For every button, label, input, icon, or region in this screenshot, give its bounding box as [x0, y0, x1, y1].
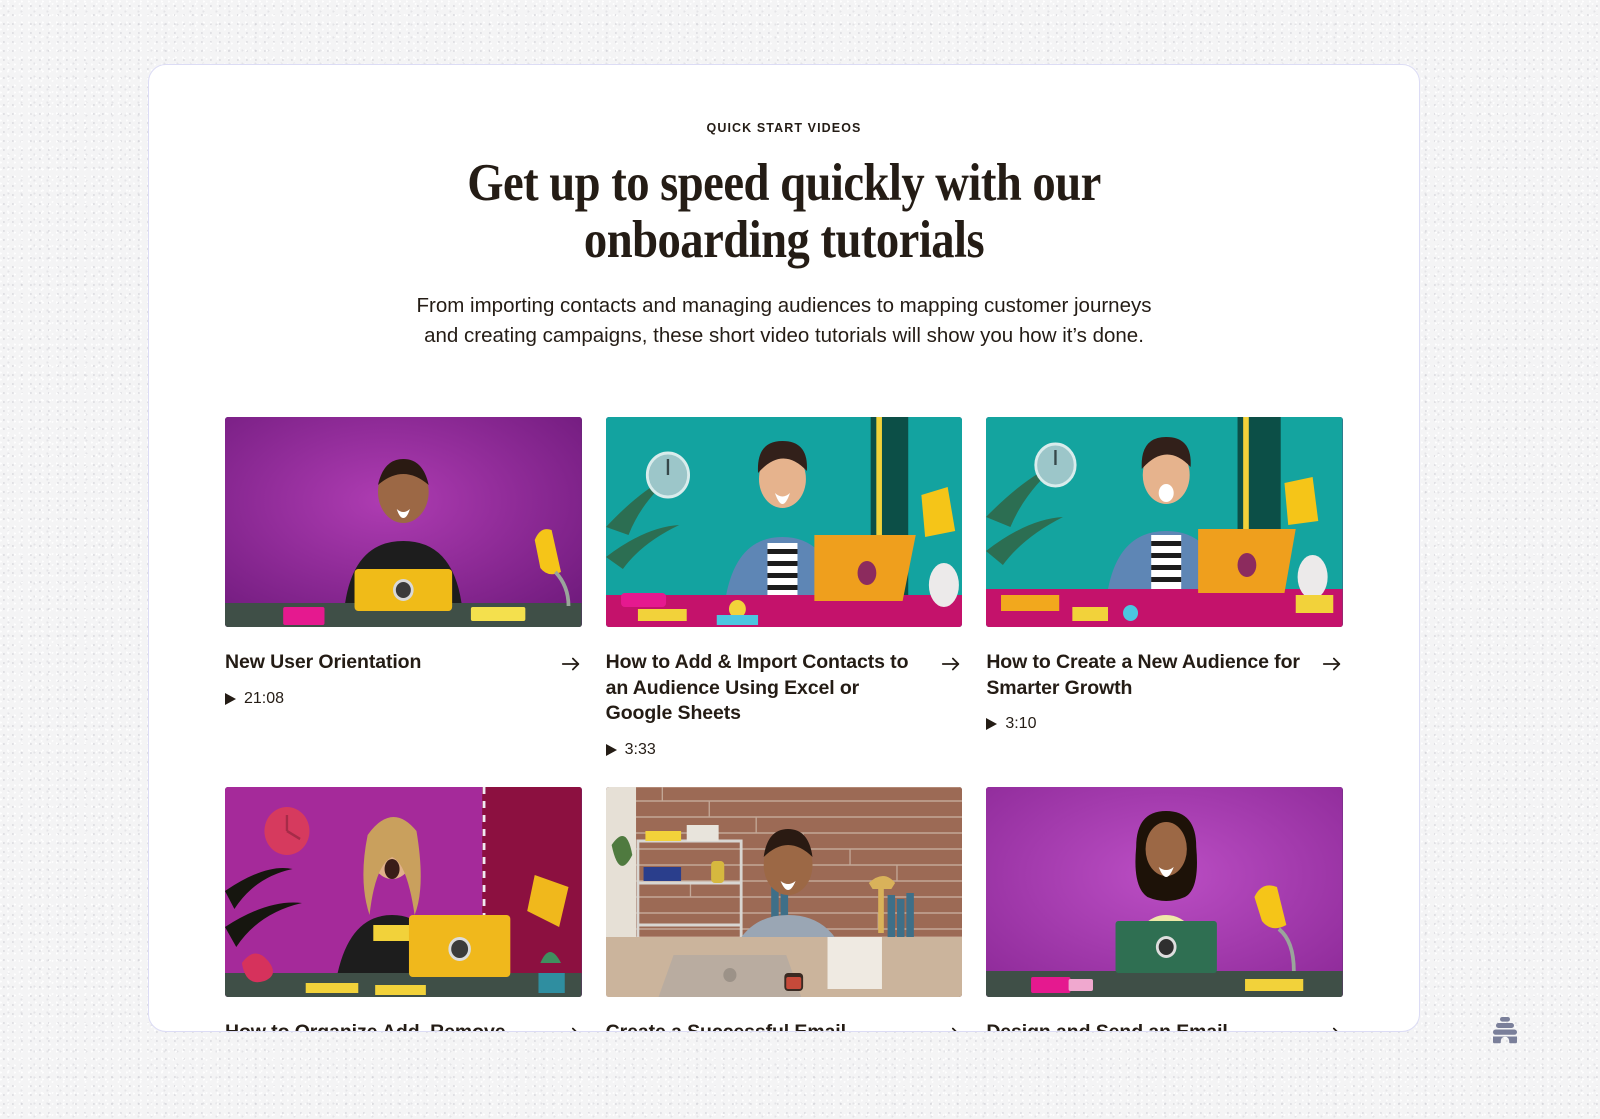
video-title[interactable]: How to Add & Import Contacts to an Audie…	[606, 650, 927, 727]
video-card[interactable]: How to Add & Import Contacts to an Audie…	[605, 416, 963, 759]
video-card-header: How to Create a New Audience for Smarter…	[986, 650, 1343, 701]
play-icon	[605, 744, 617, 757]
video-duration-text: 3:10	[1005, 715, 1037, 733]
video-grid: Mailchimp New User Orientation	[225, 416, 1343, 1031]
video-thumbnail[interactable]	[986, 416, 1343, 627]
video-title[interactable]: Design and Send an Email Campaign	[986, 1020, 1307, 1031]
beehive-icon[interactable]	[1488, 1013, 1522, 1047]
play-icon	[225, 692, 236, 705]
content-inner: QUICK START VIDEOS Get up to speed quick…	[149, 121, 1419, 1031]
page-title-line-2: onboarding tutorials	[583, 211, 985, 270]
video-card-header: How to Organize Add, Remove, and	[225, 1020, 582, 1031]
video-duration: 3:10	[986, 715, 1343, 733]
video-thumbnail[interactable]	[605, 416, 963, 627]
arrow-right-icon[interactable]	[560, 1023, 582, 1031]
video-card-header: How to Add & Import Contacts to an Audie…	[606, 650, 963, 727]
content-surface: QUICK START VIDEOS Get up to speed quick…	[148, 64, 1420, 1032]
video-card[interactable]: How to Create a New Audience for Smarter…	[986, 416, 1343, 759]
video-duration-text: 21:08	[244, 689, 285, 707]
video-title[interactable]: How to Create a New Audience for Smarter…	[986, 650, 1307, 701]
page-title-line-1: Get up to speed quickly with our	[467, 154, 1101, 212]
video-thumbnail[interactable]: Mailchimp	[225, 416, 582, 627]
video-duration: 21:08	[225, 690, 582, 708]
arrow-right-icon[interactable]	[560, 653, 582, 675]
arrow-right-icon[interactable]	[940, 1023, 962, 1031]
video-card[interactable]: Mailchimp New User Orientation	[225, 416, 582, 759]
video-card[interactable]: How to Organize Add, Remove, and	[225, 787, 582, 1031]
arrow-right-icon[interactable]	[940, 653, 962, 675]
video-duration: 3:33	[605, 741, 963, 759]
video-thumbnail[interactable]	[986, 787, 1343, 998]
video-thumbnail[interactable]	[225, 787, 582, 998]
video-title[interactable]: Create a Successful Email Campaign:	[606, 1020, 927, 1031]
video-thumbnail[interactable]	[605, 787, 963, 998]
video-card-header: Create a Successful Email Campaign:	[606, 1020, 963, 1031]
video-duration-text: 3:33	[624, 741, 656, 759]
video-card-header: Design and Send an Email Campaign	[986, 1020, 1343, 1031]
video-title[interactable]: New User Orientation	[225, 650, 421, 676]
arrow-right-icon[interactable]	[1321, 1023, 1343, 1031]
video-title[interactable]: How to Organize Add, Remove, and	[225, 1020, 546, 1031]
video-card-header: New User Orientation	[225, 650, 582, 676]
video-card[interactable]: Design and Send an Email Campaign	[986, 787, 1343, 1031]
page-subtitle: From importing contacts and managing aud…	[416, 294, 1152, 348]
page-title: Get up to speed quickly with our onboard…	[292, 154, 1276, 270]
arrow-right-icon[interactable]	[1321, 653, 1343, 675]
section-eyebrow: QUICK START VIDEOS	[706, 121, 862, 135]
video-card[interactable]: Create a Successful Email Campaign:	[605, 787, 963, 1031]
play-icon	[986, 718, 998, 731]
